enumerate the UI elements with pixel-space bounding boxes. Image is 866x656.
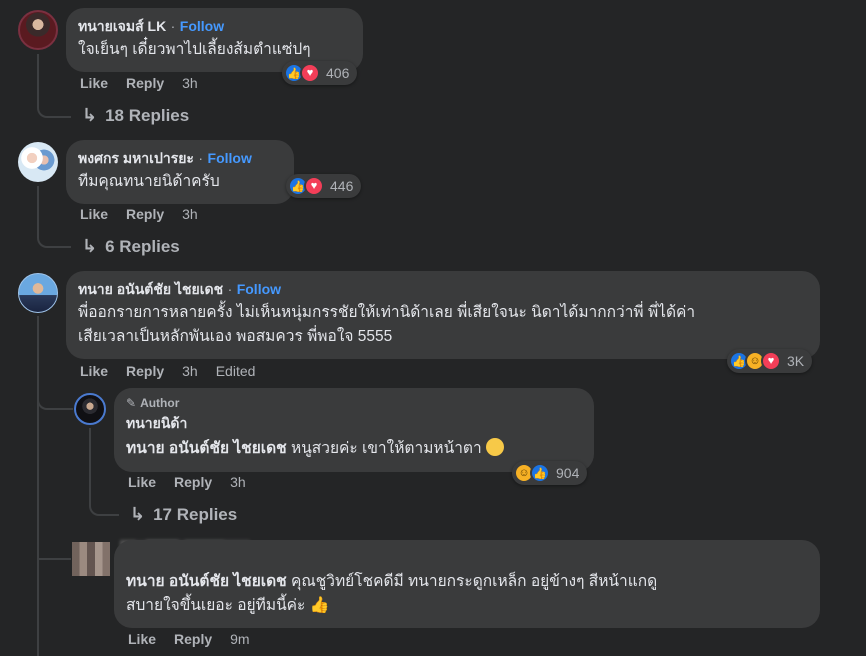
reaction-count: 406	[326, 65, 350, 81]
view-replies-button[interactable]: ↳ 6 Replies	[82, 236, 180, 257]
commenter-name[interactable]: ทนายเจมส์ LK	[78, 18, 166, 34]
comment-text-line: พี่ออกรายการหลายครั้ง ไม่เห็นหนุ่มกรรชัย…	[78, 304, 696, 321]
mention-link[interactable]: ทนาย อนันต์ชัย ไชยเดช	[126, 440, 287, 457]
replies-count: 6 Replies	[105, 236, 180, 256]
comment-text: ทีมคุณทนายนิด้าครับ	[78, 173, 220, 190]
reaction-count: 3K	[787, 353, 805, 369]
view-replies-button[interactable]: ↳ 17 Replies	[130, 504, 237, 525]
reply-text-line: สบายใจขึ้นเยอะ อยู่ทีมนี้ค่ะ	[126, 597, 306, 615]
separator-dot: ·	[227, 281, 233, 297]
thread-line	[37, 540, 71, 560]
like-reaction-icon: 👍	[530, 463, 550, 483]
reaction-summary[interactable]: 👍 ☺ ♥ 3K	[727, 349, 813, 373]
replies-count: 17 Replies	[153, 504, 238, 524]
grimace-emoji-icon	[486, 437, 505, 456]
reaction-summary[interactable]: 👍 ♥ 406	[282, 61, 358, 85]
comment-text: ใจเย็นๆ เดี๋ยวพาไปเลี้ยงส้มตำแซ่ปๆ	[78, 41, 311, 58]
avatar[interactable]	[18, 10, 58, 50]
love-reaction-icon: ♥	[300, 63, 320, 83]
author-badge: ✎ Author	[126, 396, 582, 410]
view-replies-button[interactable]: ↳ 18 Replies	[82, 105, 189, 126]
comment-actions: Like Reply 3h	[128, 474, 264, 490]
avatar[interactable]	[18, 142, 58, 182]
comment-bubble: ทนาย อนันต์ชัย ไชยเดช · Follow พี่ออกราย…	[66, 271, 820, 359]
like-button[interactable]: Like	[128, 474, 156, 490]
reply-arrow-icon: ↳	[82, 105, 98, 125]
commenter-name[interactable]: ทนายนิด้า	[126, 413, 582, 435]
avatar[interactable]	[74, 393, 106, 425]
follow-link[interactable]: Follow	[180, 18, 224, 34]
like-button[interactable]: Like	[80, 206, 108, 222]
follow-link[interactable]: Follow	[237, 281, 281, 297]
follow-link[interactable]: Follow	[208, 150, 252, 166]
mention-link[interactable]: ทนาย อนันต์ชัย ไชยเดช	[126, 573, 287, 590]
reply-text: หนูสวยค่ะ เขาให้ตามหน้าตา	[290, 440, 482, 457]
reaction-summary[interactable]: 👍 ♥ 446	[286, 174, 362, 198]
timestamp[interactable]: 3h	[182, 206, 198, 222]
reaction-count: 904	[556, 465, 580, 481]
timestamp[interactable]: 3h	[182, 363, 198, 379]
edited-label[interactable]: Edited	[216, 363, 256, 379]
love-reaction-icon: ♥	[761, 351, 781, 371]
thread-line	[37, 316, 39, 656]
comment-actions: Like Reply 3h Edited	[80, 363, 273, 379]
reply-arrow-icon: ↳	[130, 504, 146, 524]
reply-button[interactable]: Reply	[126, 363, 164, 379]
reply-text-line: คุณชูวิทย์โชคดีมี ทนายกระดูกเหล็ก อยู่ข้…	[290, 573, 658, 590]
timestamp[interactable]: 3h	[182, 75, 198, 91]
thumbs-up-emoji-icon: 👍	[309, 597, 330, 614]
avatar[interactable]	[18, 273, 58, 313]
reply-button[interactable]: Reply	[174, 631, 212, 647]
reaction-summary[interactable]: ☺ 👍 904	[512, 461, 588, 485]
separator-dot: ·	[170, 18, 176, 34]
like-button[interactable]: Like	[128, 631, 156, 647]
pencil-icon: ✎	[126, 396, 137, 410]
reply-button[interactable]: Reply	[126, 75, 164, 91]
reply-button[interactable]: Reply	[174, 474, 212, 490]
comment-bubble: พงศกร มหาเปารยะ · Follow ทีมคุณทนายนิด้า…	[66, 140, 294, 204]
separator-dot: ·	[198, 150, 204, 166]
author-badge-label: Author	[140, 396, 180, 410]
thread-line	[37, 54, 71, 118]
like-button[interactable]: Like	[80, 75, 108, 91]
timestamp[interactable]: 3h	[230, 474, 246, 490]
comment-text-line: เสียเวลาเป็นหลักพันเอง พอสมควร พี่พอใจ 5…	[78, 328, 393, 345]
comment-actions: Like Reply 9m	[128, 631, 268, 647]
thread-line	[37, 390, 73, 410]
reply-bubble: ทนาย อนันต์ชัย ไชยเดช คุณชูวิทย์โชคดีมี …	[114, 540, 820, 628]
reply-bubble: ✎ Author ทนายนิด้า ทนาย อนันต์ชัย ไชยเดช…	[114, 388, 594, 472]
comments-panel: ทนายเจมส์ LK · Follow ใจเย็นๆ เดี๋ยวพาไป…	[0, 0, 866, 656]
like-button[interactable]: Like	[80, 363, 108, 379]
timestamp[interactable]: 9m	[230, 631, 249, 647]
reply-button[interactable]: Reply	[126, 206, 164, 222]
comment-actions: Like Reply 3h	[80, 206, 216, 222]
commenter-name[interactable]: พงศกร มหาเปารยะ	[78, 150, 194, 166]
thread-line	[37, 186, 71, 248]
reaction-count: 446	[330, 178, 354, 194]
avatar[interactable]	[72, 542, 110, 576]
love-reaction-icon: ♥	[304, 176, 324, 196]
replies-count: 18 Replies	[105, 105, 190, 125]
comment-actions: Like Reply 3h	[80, 75, 216, 91]
reply-arrow-icon: ↳	[82, 236, 98, 256]
commenter-name[interactable]: ทนาย อนันต์ชัย ไชยเดช	[78, 281, 223, 297]
